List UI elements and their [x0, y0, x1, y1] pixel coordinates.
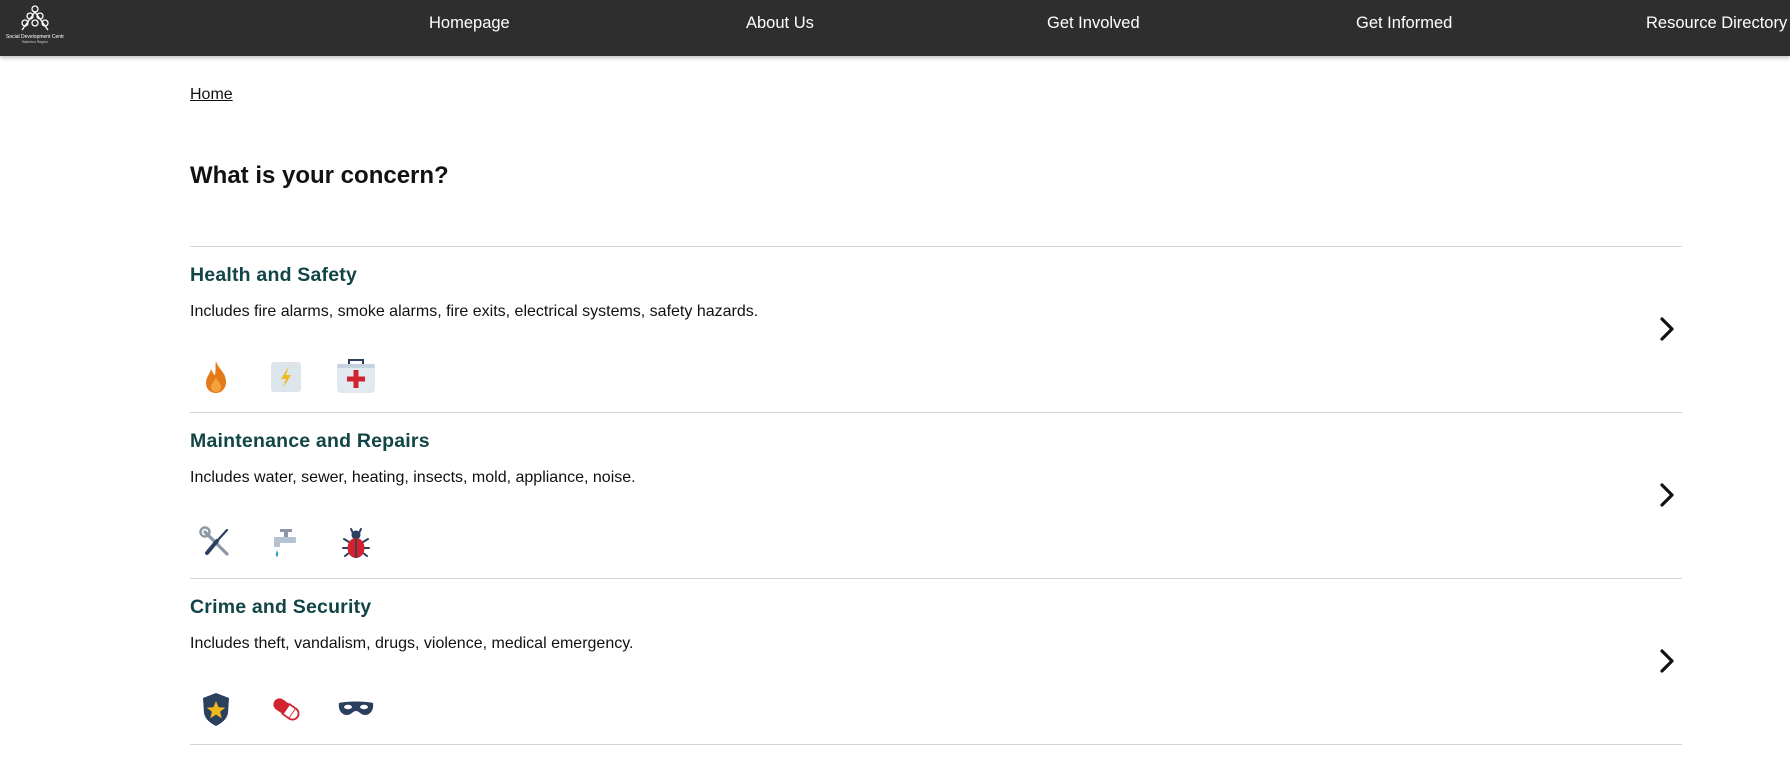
mask-icon [334, 687, 378, 731]
nav-resource-directory[interactable]: Resource Directory [1646, 14, 1787, 33]
concern-list: Health and Safety Includes fire alarms, … [190, 246, 1682, 745]
nav-homepage[interactable]: Homepage [429, 14, 510, 33]
breadcrumb-home[interactable]: Home [190, 86, 233, 104]
nav-get-involved[interactable]: Get Involved [1047, 14, 1140, 33]
concern-description: Includes fire alarms, smoke alarms, fire… [190, 303, 759, 320]
page-title: What is your concern? [190, 162, 449, 189]
nav-about-us[interactable]: About Us [746, 14, 814, 33]
electrical-icon [264, 355, 308, 399]
concern-title: Crime and Security [190, 596, 372, 618]
bug-icon [334, 521, 378, 565]
logo-subtext: Waterloo Region [22, 40, 48, 44]
chevron-right-icon[interactable] [1652, 311, 1682, 347]
concern-title: Health and Safety [190, 264, 358, 286]
faucet-icon [264, 521, 308, 565]
logo[interactable]: Social Development Centre Waterloo Regio… [4, 2, 66, 46]
pill-icon [264, 687, 308, 731]
fire-icon [194, 355, 238, 399]
police-badge-icon [194, 687, 238, 731]
concern-maintenance-and-repairs[interactable]: Maintenance and Repairs Includes water, … [190, 413, 1682, 579]
tools-icon [194, 521, 238, 565]
concern-description: Includes water, sewer, heating, insects,… [190, 469, 636, 486]
concern-crime-and-security[interactable]: Crime and Security Includes theft, vanda… [190, 579, 1682, 745]
concern-health-and-safety[interactable]: Health and Safety Includes fire alarms, … [190, 247, 1682, 413]
chevron-right-icon[interactable] [1652, 477, 1682, 513]
chevron-right-icon[interactable] [1652, 643, 1682, 679]
first-aid-kit-icon [334, 355, 378, 399]
nav-get-informed[interactable]: Get Informed [1356, 14, 1452, 33]
concern-description: Includes theft, vandalism, drugs, violen… [190, 635, 634, 652]
top-navbar: Social Development Centre Waterloo Regio… [0, 0, 1790, 56]
concern-title: Maintenance and Repairs [190, 430, 430, 452]
